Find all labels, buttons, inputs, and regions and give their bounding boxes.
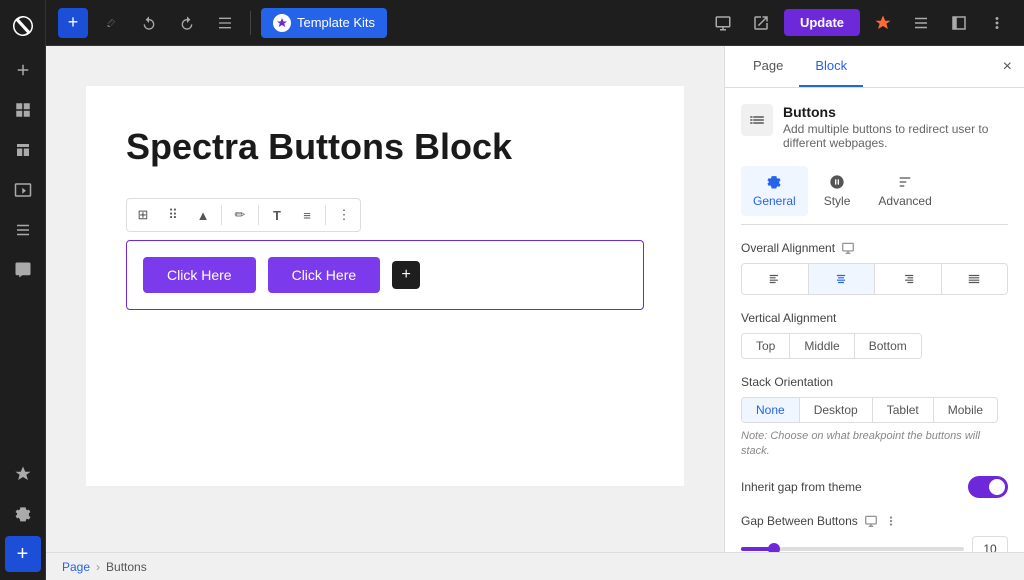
tab-block[interactable]: Block (799, 46, 863, 87)
sidebar-item-blocks[interactable] (5, 92, 41, 128)
sidebar-item-settings[interactable] (5, 496, 41, 532)
align-icon[interactable]: ≡ (293, 201, 321, 229)
sidebar-item-patterns[interactable] (5, 212, 41, 248)
sidebar-item-spectra[interactable] (5, 456, 41, 492)
settings-tabs: General Style Advanced (741, 166, 1008, 225)
buttons-block: Click Here Click Here + (126, 240, 644, 310)
tab-page[interactable]: Page (737, 46, 799, 87)
desktop-view-button[interactable] (708, 8, 738, 38)
canvas-area: Spectra Buttons Block ⊞ ⠿ ▲ ✏ T ≡ ⋮ Clic… (86, 86, 684, 486)
main-canvas: Spectra Buttons Block ⊞ ⠿ ▲ ✏ T ≡ ⋮ Clic… (46, 46, 724, 552)
bottom-bar: Page › Buttons (46, 552, 1024, 580)
tab-general-label: General (753, 194, 796, 208)
patterns-button[interactable] (906, 8, 936, 38)
toolbar-separator (250, 11, 251, 35)
drag-handle[interactable]: ⠿ (159, 201, 187, 229)
vert-bottom-button[interactable]: Bottom (855, 334, 921, 358)
breadcrumb-current: Buttons (106, 560, 147, 574)
sidebar-toggle-button[interactable] (944, 8, 974, 38)
stack-note: Note: Choose on what breakpoint the butt… (741, 429, 1008, 460)
panel-content: Buttons Add multiple buttons to redirect… (725, 88, 1024, 552)
gap-slider-row: 10 (741, 536, 1008, 552)
redo-button[interactable] (172, 8, 202, 38)
block-type-icon[interactable]: ⊞ (129, 201, 157, 229)
template-kits-button[interactable]: Template Kits (261, 8, 387, 38)
vertical-alignment-group: Top Middle Bottom (741, 333, 922, 359)
vertical-alignment-row: Vertical Alignment Top Middle Bottom (741, 311, 1008, 359)
tab-advanced[interactable]: Advanced (866, 166, 943, 216)
spectra-button[interactable] (868, 8, 898, 38)
vert-top-button[interactable]: Top (742, 334, 790, 358)
block-icon-container (741, 104, 773, 136)
stack-mobile-button[interactable]: Mobile (934, 398, 997, 422)
vert-middle-button[interactable]: Middle (790, 334, 854, 358)
page-title: Spectra Buttons Block (126, 126, 644, 168)
tab-general[interactable]: General (741, 166, 808, 216)
overall-alignment-label: Overall Alignment (741, 241, 1008, 255)
gap-slider-value[interactable]: 10 (972, 536, 1008, 552)
stack-orientation-row: Stack Orientation None Desktop Tablet Mo… (741, 375, 1008, 460)
sidebar-add-button[interactable]: + (5, 536, 41, 572)
block-toolbar: ⊞ ⠿ ▲ ✏ T ≡ ⋮ (126, 198, 361, 232)
overall-alignment-group (741, 263, 1008, 295)
external-link-button[interactable] (746, 8, 776, 38)
sidebar-item-comments[interactable] (5, 252, 41, 288)
undo-button[interactable] (134, 8, 164, 38)
details-button[interactable] (210, 8, 240, 38)
separator2 (258, 205, 259, 225)
tools-button[interactable] (96, 8, 126, 38)
move-up[interactable]: ▲ (189, 201, 217, 229)
block-description: Add multiple buttons to redirect user to… (783, 122, 1008, 150)
stack-orientation-label: Stack Orientation (741, 375, 1008, 389)
add-button-circle[interactable]: + (392, 261, 420, 289)
gap-slider-track (741, 547, 964, 551)
separator3 (325, 205, 326, 225)
tab-style-label: Style (824, 194, 851, 208)
update-button[interactable]: Update (784, 9, 860, 36)
transform-icon[interactable]: T (263, 201, 291, 229)
align-center-button[interactable] (809, 264, 876, 294)
more-options-icon[interactable]: ⋮ (330, 201, 358, 229)
inherit-gap-label: Inherit gap from theme (741, 480, 862, 494)
left-sidebar: + (0, 0, 46, 580)
inherit-gap-toggle[interactable] (968, 476, 1008, 498)
panel-header: Page Block × (725, 46, 1024, 88)
click-here-button-1[interactable]: Click Here (143, 257, 256, 293)
more-options-button[interactable] (982, 8, 1012, 38)
stack-none-button[interactable]: None (742, 398, 800, 422)
toolbar-right: Update (708, 8, 1012, 38)
inherit-gap-row: Inherit gap from theme (741, 476, 1008, 498)
template-kits-label: Template Kits (297, 15, 375, 30)
wordpress-logo[interactable] (5, 8, 41, 44)
vertical-alignment-label: Vertical Alignment (741, 311, 1008, 325)
click-here-button-2[interactable]: Click Here (268, 257, 381, 293)
sidebar-item-add[interactable] (5, 52, 41, 88)
gap-between-label: Gap Between Buttons (741, 514, 1008, 528)
align-right-button[interactable] (875, 264, 942, 294)
tab-style[interactable]: Style (812, 166, 863, 216)
sidebar-item-media[interactable] (5, 172, 41, 208)
breadcrumb-separator: › (96, 560, 100, 574)
block-name: Buttons (783, 104, 1008, 120)
separator1 (221, 205, 222, 225)
gap-between-row: Gap Between Buttons 10 (741, 514, 1008, 552)
align-justify-button[interactable] (942, 264, 1008, 294)
template-kits-icon (273, 14, 291, 32)
breadcrumb-page[interactable]: Page (62, 560, 90, 574)
align-left-button[interactable] (742, 264, 809, 294)
gap-slider-thumb[interactable] (768, 543, 780, 552)
right-panel: Page Block × Buttons Add multiple button… (724, 46, 1024, 552)
sidebar-item-layout[interactable] (5, 132, 41, 168)
stack-orientation-group: None Desktop Tablet Mobile (741, 397, 998, 423)
overall-alignment-row: Overall Alignment (741, 241, 1008, 295)
stack-desktop-button[interactable]: Desktop (800, 398, 873, 422)
tab-advanced-label: Advanced (878, 194, 931, 208)
block-info-text: Buttons Add multiple buttons to redirect… (783, 104, 1008, 150)
add-block-button[interactable]: + (58, 8, 88, 38)
panel-close-button[interactable]: × (1003, 46, 1012, 87)
top-toolbar: + Template Kits Update (46, 0, 1024, 46)
block-info: Buttons Add multiple buttons to redirect… (741, 104, 1008, 150)
pencil-icon[interactable]: ✏ (226, 201, 254, 229)
stack-tablet-button[interactable]: Tablet (873, 398, 934, 422)
